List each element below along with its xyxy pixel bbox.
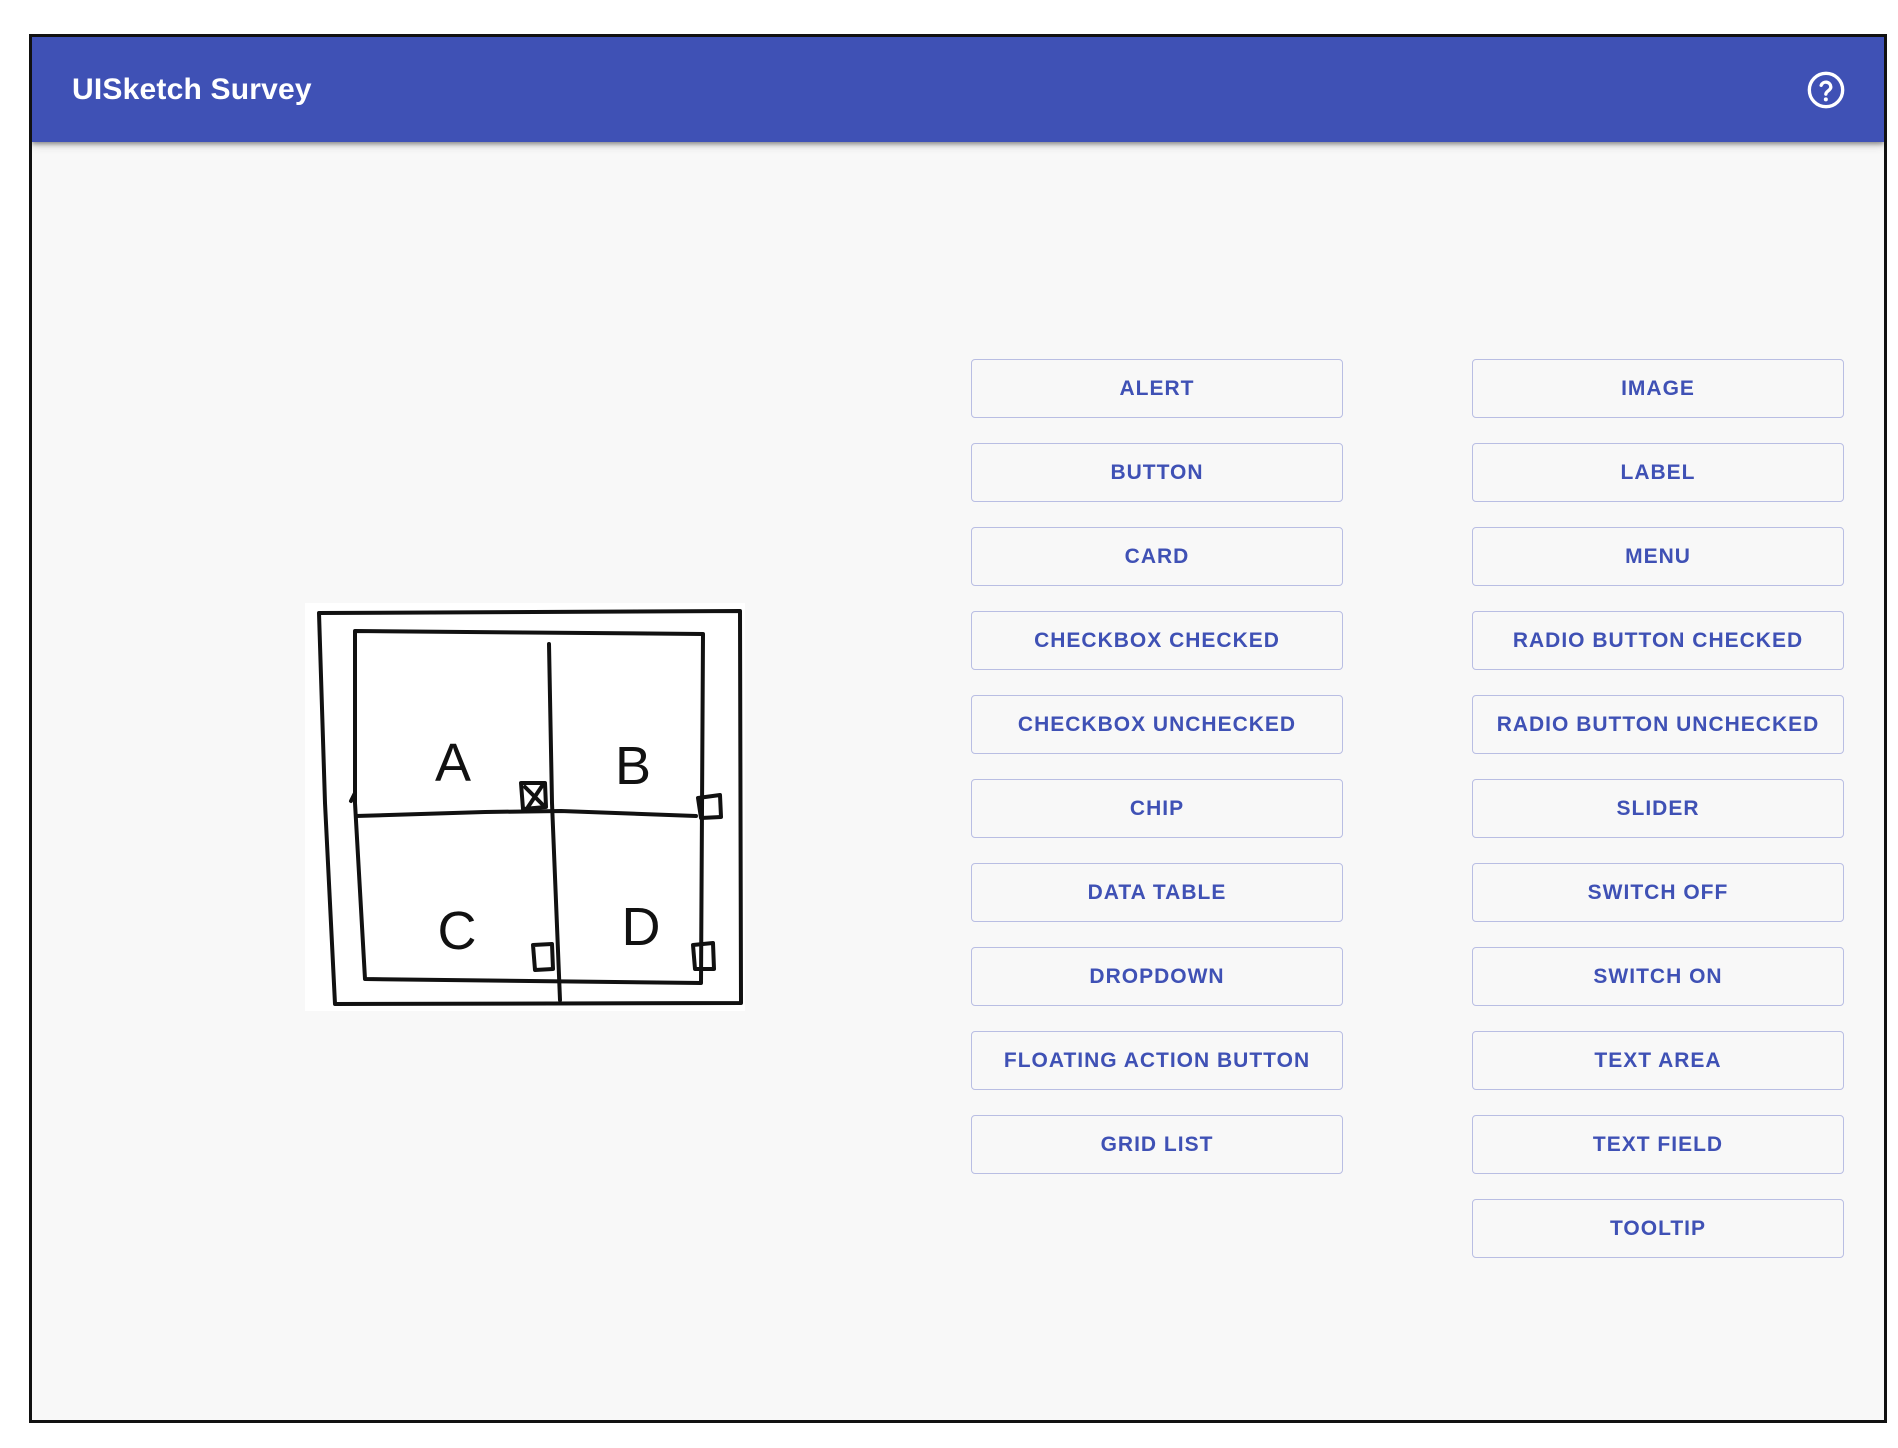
help-circle-outline-icon [1807,71,1845,109]
option-switch-on-button[interactable]: SWITCH ON [1472,947,1844,1006]
option-image-button[interactable]: IMAGE [1472,359,1844,418]
option-dropdown-button[interactable]: DROPDOWN [971,947,1343,1006]
app-bar: UISketch Survey [32,37,1884,142]
option-grid-list-button[interactable]: GRID LIST [971,1115,1343,1174]
sketch-cell-label-b: B [615,736,651,796]
sketch-cell-label-c: C [438,901,477,961]
option-alert-button[interactable]: ALERT [971,359,1343,418]
options-column-left: ALERT BUTTON CARD CHECKBOX CHECKED CHECK… [971,359,1343,1199]
help-button[interactable] [1806,70,1846,110]
option-switch-off-button[interactable]: SWITCH OFF [1472,863,1844,922]
option-floating-action-button-button[interactable]: FLOATING ACTION BUTTON [971,1031,1343,1090]
sketch-image: A B C D [305,603,745,1011]
option-radio-button-checked-button[interactable]: RADIO BUTTON CHECKED [1472,611,1844,670]
option-radio-button-unchecked-button[interactable]: RADIO BUTTON UNCHECKED [1472,695,1844,754]
hand-drawn-grid-sketch: A B C D [305,603,745,1011]
option-button-button[interactable]: BUTTON [971,443,1343,502]
sketch-cell-label-d: D [622,897,661,957]
option-chip-button[interactable]: CHIP [971,779,1343,838]
sketch-cell-label-a: A [435,733,471,793]
option-text-field-button[interactable]: TEXT FIELD [1472,1115,1844,1174]
app-title: UISketch Survey [72,73,312,106]
option-data-table-button[interactable]: DATA TABLE [971,863,1343,922]
option-card-button[interactable]: CARD [971,527,1343,586]
option-menu-button[interactable]: MENU [1472,527,1844,586]
option-checkbox-unchecked-button[interactable]: CHECKBOX UNCHECKED [971,695,1343,754]
option-tooltip-button[interactable]: TOOLTIP [1472,1199,1844,1258]
option-label-button[interactable]: LABEL [1472,443,1844,502]
option-text-area-button[interactable]: TEXT AREA [1472,1031,1844,1090]
option-checkbox-checked-button[interactable]: CHECKBOX CHECKED [971,611,1343,670]
options-column-right: IMAGE LABEL MENU RADIO BUTTON CHECKED RA… [1472,359,1844,1283]
app-frame: UISketch Survey A B C D ALERT BUTTON CAR… [29,34,1887,1423]
option-slider-button[interactable]: SLIDER [1472,779,1844,838]
